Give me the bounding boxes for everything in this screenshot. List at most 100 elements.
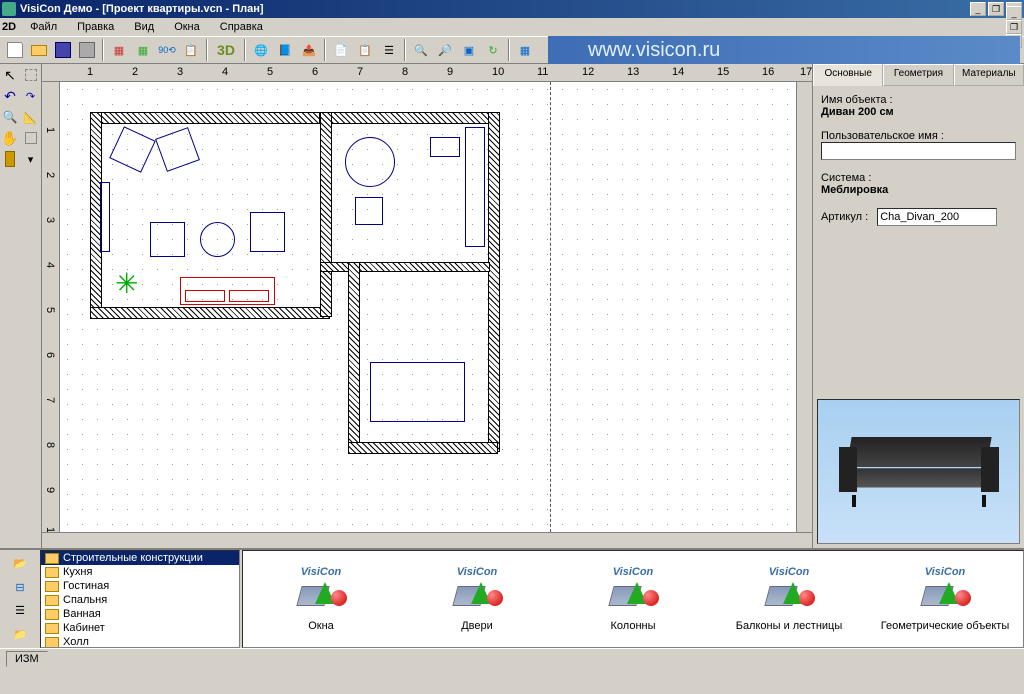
3d-button[interactable]: 3D — [212, 39, 240, 61]
armchair[interactable] — [155, 127, 200, 172]
group-button[interactable]: ▦ — [108, 39, 130, 61]
ungroup-button[interactable]: ▦ — [132, 39, 154, 61]
catalog-list-button[interactable]: ☰ — [10, 602, 30, 620]
marquee-icon — [25, 69, 37, 81]
catalog-tree[interactable]: Строительные конструкции Кухня Гостиная … — [40, 550, 240, 648]
tree-item-living[interactable]: Гостиная — [41, 579, 239, 593]
zoom-tool[interactable]: 🔍 — [0, 107, 20, 127]
horizontal-scrollbar[interactable] — [42, 532, 812, 548]
sofa-3d-model — [844, 437, 994, 507]
coffee-table[interactable] — [200, 222, 235, 257]
bed[interactable] — [370, 362, 465, 422]
menu-windows[interactable]: Окна — [168, 19, 206, 35]
tv[interactable] — [430, 137, 460, 157]
menu-view[interactable]: Вид — [128, 19, 160, 35]
tree-item-bathroom[interactable]: Ванная — [41, 607, 239, 621]
catalog-tools: 📂 ⊟ ☰ 📁 — [0, 550, 40, 648]
catalog-item-label: Окна — [256, 620, 386, 632]
save-button[interactable] — [52, 39, 74, 61]
catalog-panel: 📂 ⊟ ☰ 📁 Строительные конструкции Кухня Г… — [0, 548, 1024, 648]
tv-stand[interactable] — [100, 182, 110, 252]
toolbar-brand: www.visicon.ru — [548, 36, 1020, 64]
user-name-input[interactable] — [821, 142, 1016, 160]
measure-tool[interactable]: 📐 — [21, 107, 41, 127]
dropdown-tool[interactable]: ▾ — [21, 149, 41, 169]
properties-panel: Основные Геометрия Материалы Имя объекта… — [812, 64, 1024, 548]
grid-button[interactable]: ▦ — [514, 39, 536, 61]
maximize-button[interactable]: ❐ — [988, 2, 1004, 16]
tree-item-hall[interactable]: Холл — [41, 635, 239, 648]
system-label: Система : — [821, 172, 1016, 184]
floor-plan-canvas[interactable]: ✳ — [60, 82, 796, 532]
pan-tool[interactable]: ✋ — [0, 128, 20, 148]
sofa-selected[interactable] — [180, 277, 275, 305]
door-tool[interactable] — [0, 149, 20, 169]
window-title: VisiCon Демо - [Проект квартиры.vcn - Пл… — [20, 3, 970, 15]
tab-basic[interactable]: Основные — [813, 64, 883, 86]
article-input[interactable] — [877, 208, 997, 226]
plant[interactable]: ✳ — [115, 267, 138, 300]
catalog-tree-button[interactable]: ⊟ — [10, 579, 30, 597]
mdi-restore-button[interactable]: ❐ — [1006, 20, 1022, 34]
title-bar: VisiCon Демо - [Проект квартиры.vcn - Пл… — [0, 0, 1024, 18]
zoom-in-icon: 🔍 — [414, 44, 428, 57]
tab-materials[interactable]: Материалы — [954, 64, 1024, 86]
grid-icon: ▦ — [520, 44, 530, 57]
minimize-button[interactable]: _ — [970, 2, 986, 16]
refresh-button[interactable]: ↻ — [482, 39, 504, 61]
catalog-open-button[interactable]: 📁 — [10, 626, 30, 644]
layers-button[interactable]: ☰ — [378, 39, 400, 61]
zoom-fit-button[interactable]: ▣ — [458, 39, 480, 61]
select-tool[interactable]: ↖ — [0, 65, 20, 85]
toolbar-separator — [102, 39, 104, 61]
catalog-item-doors[interactable]: VisiCon Двери — [412, 566, 542, 632]
mdi-minimize-button[interactable]: _ — [1006, 6, 1022, 20]
armchair[interactable] — [150, 222, 185, 257]
zoom-out-button[interactable]: 🔎 — [434, 39, 456, 61]
copy-button[interactable]: 📄 — [330, 39, 352, 61]
tree-item-bedroom[interactable]: Спальня — [41, 593, 239, 607]
menu-file[interactable]: Файл — [24, 19, 63, 35]
chevron-down-icon: ▾ — [28, 153, 34, 166]
catalog-item-windows[interactable]: VisiCon Окна — [256, 566, 386, 632]
properties-button[interactable]: 📋 — [180, 39, 202, 61]
armchair[interactable] — [250, 212, 285, 252]
rotate-button[interactable]: 90⟲ — [156, 39, 178, 61]
tree-icon: ⊟ — [15, 581, 24, 594]
properties-icon: 📋 — [184, 44, 198, 57]
main-toolbar: ▦ ▦ 90⟲ 📋 3D 🌐 📘 📤 📄 📋 ☰ 🔍 🔎 ▣ ↻ ▦ www.v… — [0, 36, 1024, 64]
catalog-up-button[interactable]: 📂 — [10, 555, 30, 573]
shelf[interactable] — [465, 127, 485, 247]
marquee-tool[interactable] — [21, 65, 41, 85]
undo-tool[interactable]: ↶ — [0, 86, 20, 106]
export-button[interactable]: 📤 — [298, 39, 320, 61]
redo-tool[interactable]: ↷ — [21, 86, 41, 106]
layers-icon: ☰ — [384, 44, 394, 57]
zoom-in-button[interactable]: 🔍 — [410, 39, 432, 61]
globe-button[interactable]: 🌐 — [250, 39, 272, 61]
round-table[interactable] — [345, 137, 395, 187]
region-tool[interactable] — [21, 128, 41, 148]
ungroup-icon: ▦ — [138, 44, 148, 57]
catalog-button[interactable]: 📘 — [274, 39, 296, 61]
catalog-item-geometric[interactable]: VisiCon Геометрические объекты — [880, 566, 1010, 632]
menu-help[interactable]: Справка — [214, 19, 269, 35]
tab-geometry[interactable]: Геометрия — [883, 64, 953, 86]
catalog-item-balconies[interactable]: VisiCon Балконы и лестницы — [724, 566, 854, 632]
chair[interactable] — [355, 197, 383, 225]
open-button[interactable] — [28, 39, 50, 61]
print-button[interactable] — [76, 39, 98, 61]
menu-edit[interactable]: Правка — [71, 19, 120, 35]
new-button[interactable] — [4, 39, 26, 61]
catalog-item-columns[interactable]: VisiCon Колонны — [568, 566, 698, 632]
folder-icon — [45, 623, 59, 634]
tree-item-office[interactable]: Кабинет — [41, 621, 239, 635]
paste-button[interactable]: 📋 — [354, 39, 376, 61]
toolbar-separator — [508, 39, 510, 61]
ruler-icon: 📐 — [24, 111, 38, 124]
tree-item-construction[interactable]: Строительные конструкции — [41, 551, 239, 565]
tree-item-kitchen[interactable]: Кухня — [41, 565, 239, 579]
refresh-icon: ↻ — [488, 44, 497, 57]
vertical-scrollbar[interactable] — [796, 82, 812, 532]
armchair[interactable] — [109, 126, 156, 173]
